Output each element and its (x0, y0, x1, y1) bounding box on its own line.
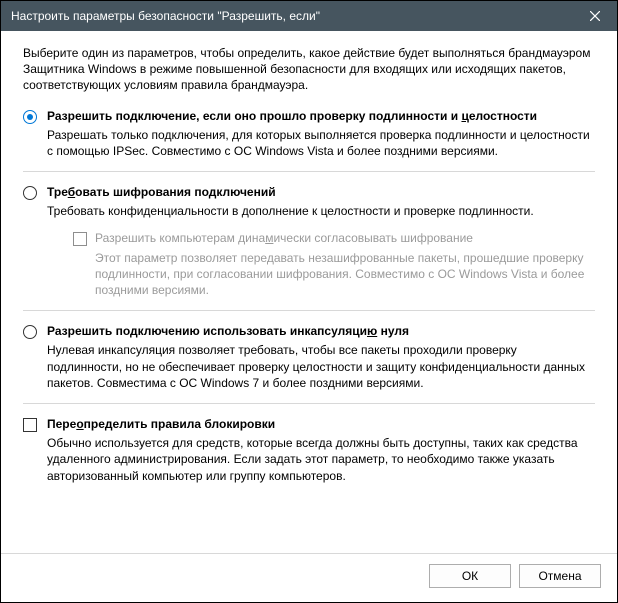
option-override-block: Переопределить правила блокировки Обычно… (23, 416, 595, 484)
cancel-button[interactable]: Отмена (519, 564, 601, 588)
content-area: Выберите один из параметров, чтобы опред… (1, 31, 617, 553)
separator (23, 310, 595, 311)
suboption-desc: Этот параметр позволяет передавать незаш… (95, 250, 595, 299)
window-title: Настроить параметры безопасности "Разреш… (11, 9, 573, 23)
checkbox-override-block[interactable] (23, 418, 37, 432)
option-desc: Разрешать только подключения, для которы… (47, 127, 595, 159)
option-require-encryption: Требовать шифрования подключений Требова… (23, 184, 595, 298)
option-desc: Обычно используется для средств, которые… (47, 435, 595, 484)
checkbox-dynamic-negotiate (73, 232, 87, 246)
option-desc: Нулевая инкапсуляция позволяет требовать… (47, 342, 595, 391)
option-title: Требовать шифрования подключений (47, 184, 595, 200)
option-title: Разрешить подключению использовать инкап… (47, 323, 595, 339)
option-null-encapsulation: Разрешить подключению использовать инкап… (23, 323, 595, 391)
dialog-window: Настроить параметры безопасности "Разреш… (0, 0, 618, 603)
separator (23, 171, 595, 172)
option-allow-authenticated: Разрешить подключение, если оно прошло п… (23, 108, 595, 160)
footer: ОК Отмена (1, 553, 617, 602)
intro-text: Выберите один из параметров, чтобы опред… (23, 45, 595, 94)
ok-button[interactable]: ОК (429, 564, 511, 588)
radio-require-encryption[interactable] (23, 186, 37, 200)
option-title: Разрешить подключение, если оно прошло п… (47, 108, 595, 124)
close-button[interactable] (573, 1, 617, 31)
close-icon (590, 11, 600, 21)
suboption-dynamic-negotiate: Разрешить компьютерам динамически соглас… (73, 230, 595, 299)
suboption-label: Разрешить компьютерам динамически соглас… (95, 230, 473, 246)
separator (23, 403, 595, 404)
radio-allow-authenticated[interactable] (23, 110, 37, 124)
option-desc: Требовать конфиденциальности в дополнени… (47, 203, 595, 219)
radio-null-encapsulation[interactable] (23, 325, 37, 339)
titlebar: Настроить параметры безопасности "Разреш… (1, 1, 617, 31)
option-title: Переопределить правила блокировки (47, 416, 595, 432)
